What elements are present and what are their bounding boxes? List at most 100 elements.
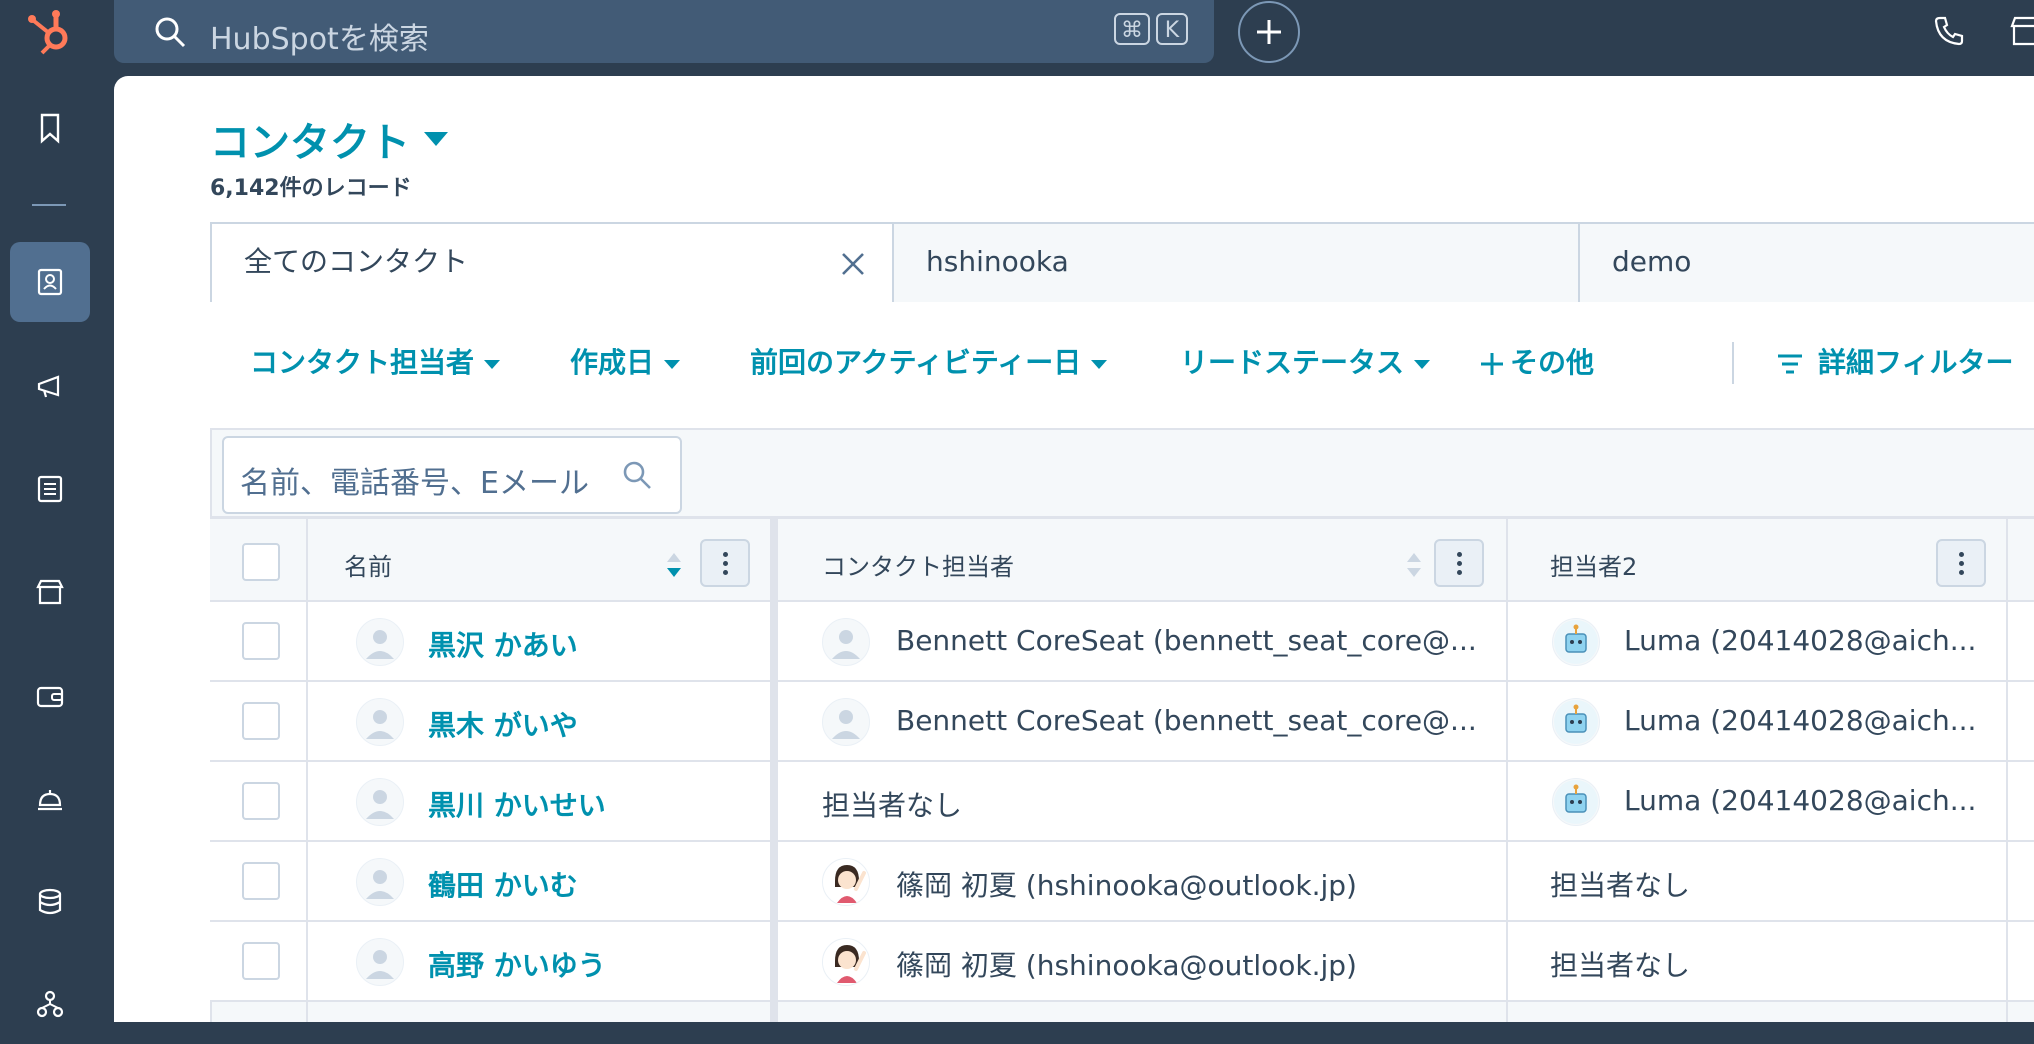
filter-lines-icon	[1778, 354, 1802, 374]
hubspot-logo[interactable]	[22, 4, 82, 64]
tab-label: demo	[1612, 245, 1692, 278]
contact-owner-value: 篠岡 初夏 (hshinooka@outlook.jp)	[896, 949, 1357, 982]
owner2-value: Luma (20414028@aich...	[1624, 624, 1977, 657]
filter-more[interactable]: その他	[1480, 338, 1594, 388]
table-row[interactable]: 高野 かいゆう 篠岡 初夏 (hshinooka@outlook.jp) 担当者なし	[210, 922, 2034, 1002]
column-divider[interactable]	[770, 516, 778, 1022]
row-checkbox[interactable]	[242, 702, 280, 740]
store-icon	[36, 579, 64, 605]
contact-name-link[interactable]: 黒沢 かあい	[428, 624, 578, 664]
table-search-input[interactable]: 名前、電話番号、Eメール	[222, 436, 682, 514]
table-row[interactable]: 黒木 がいや Bennett CoreSeat (bennett_seat_cor…	[210, 682, 2034, 762]
contact-owner-value: Bennett CoreSeat (bennett_seat_core@...	[896, 624, 1477, 657]
filter-last-activity[interactable]: 前回のアクティビティー日	[750, 338, 1108, 388]
row-checkbox[interactable]	[242, 862, 280, 900]
megaphone-icon	[37, 375, 60, 398]
filter-separator	[1732, 342, 1734, 384]
sidebar-payments[interactable]	[10, 656, 90, 736]
table-row[interactable]: 鶴田 かいむ 篠岡 初夏 (hshinooka@outlook.jp) 担当者なし	[210, 842, 2034, 922]
column-header-name[interactable]: 名前	[344, 547, 392, 582]
filter-label: 作成日	[570, 346, 655, 379]
owner2-avatar	[1552, 698, 1600, 746]
caret-down-icon	[484, 359, 501, 369]
global-search-placeholder: HubSpotを検索	[210, 22, 429, 57]
sidebar-marketing[interactable]	[10, 346, 90, 426]
sidebar-data-management[interactable]	[10, 862, 90, 942]
filter-lead-status[interactable]: リードステータス	[1180, 338, 1431, 388]
create-new-button[interactable]	[1238, 1, 1300, 63]
marketplace-icon[interactable]	[2008, 14, 2034, 48]
tab-demo[interactable]: demo	[1580, 224, 2034, 302]
contact-avatar	[356, 698, 404, 746]
sidebar-divider	[32, 204, 66, 206]
row-checkbox[interactable]	[242, 622, 280, 660]
sidebar-commerce[interactable]	[10, 552, 90, 632]
contact-name-link[interactable]: 鶴田 かいむ	[428, 864, 578, 904]
search-icon	[155, 17, 186, 48]
row-checkbox[interactable]	[242, 942, 280, 980]
caret-down-icon	[664, 359, 681, 369]
sidebar-automation[interactable]	[10, 964, 90, 1044]
tab-all-contacts[interactable]: 全てのコンタクト	[210, 224, 894, 302]
command-key-badge: ⌘	[1114, 13, 1150, 45]
left-sidebar	[0, 76, 114, 1022]
view-tabs: 全てのコンタクト hshinooka demo	[210, 222, 2034, 302]
contact-name-link[interactable]: 黒木 がいや	[428, 704, 578, 744]
sidebar-contacts[interactable]	[10, 242, 90, 322]
owner2-value: Luma (20414028@aich...	[1624, 784, 1977, 817]
column-header-owner2[interactable]: 担当者2	[1550, 547, 1637, 582]
owner2-value: 担当者なし	[1550, 869, 1691, 902]
page-title[interactable]: コンタクト	[210, 110, 410, 168]
record-count: 6,142件のレコード	[210, 176, 412, 201]
table-row[interactable]: 黒沢 かあい Bennett CoreSeat (bennett_seat_cor…	[210, 602, 2034, 682]
select-all-checkbox[interactable]	[242, 543, 280, 581]
sort-icon[interactable]	[1406, 551, 1422, 579]
advanced-filters-button[interactable]: 詳細フィルター	[1776, 338, 2013, 388]
contact-avatar	[356, 778, 404, 826]
chevron-down-icon[interactable]	[424, 132, 448, 146]
caret-down-icon	[1091, 359, 1108, 369]
table-row[interactable]: 黒川 かいせい 担当者なし Luma (20414028@aich...	[210, 762, 2034, 842]
filter-contact-owner[interactable]: コンタクト担当者	[250, 338, 501, 388]
filter-label: 前回のアクティビティー日	[750, 346, 1082, 379]
caret-down-icon	[1414, 359, 1431, 369]
tab-hshinooka[interactable]: hshinooka	[894, 224, 1580, 302]
column-menu-button[interactable]	[700, 539, 750, 587]
contact-owner-value: Bennett CoreSeat (bennett_seat_core@...	[896, 704, 1477, 737]
contact-avatar	[356, 938, 404, 986]
filter-create-date[interactable]: 作成日	[570, 338, 681, 388]
plus-icon	[1257, 20, 1281, 44]
filter-label: 詳細フィルター	[1818, 346, 2014, 379]
column-divider	[2006, 516, 2008, 1022]
search-icon	[623, 461, 651, 489]
row-checkbox[interactable]	[242, 782, 280, 820]
sort-icon[interactable]	[666, 551, 682, 579]
contact-name-link[interactable]: 高野 かいゆう	[428, 944, 606, 984]
contact-owner-value: 篠岡 初夏 (hshinooka@outlook.jp)	[896, 869, 1357, 902]
filter-label: リードステータス	[1180, 346, 1405, 379]
database-icon	[38, 888, 62, 915]
k-key-badge: K	[1156, 13, 1188, 45]
phone-icon[interactable]	[1932, 14, 1966, 48]
owner-avatar	[822, 698, 870, 746]
owner2-avatar	[1552, 778, 1600, 826]
owner2-value: 担当者なし	[1550, 949, 1691, 982]
sidebar-bookmarks[interactable]	[10, 88, 90, 168]
contact-avatar	[356, 618, 404, 666]
wallet-icon	[36, 686, 64, 708]
contacts-icon	[37, 268, 63, 296]
sidebar-content[interactable]	[10, 449, 90, 529]
bookmark-icon	[40, 113, 60, 144]
contact-name-link[interactable]: 黒川 かいせい	[428, 784, 606, 824]
column-menu-button[interactable]	[1434, 539, 1484, 587]
contact-avatar	[356, 858, 404, 906]
filter-label: コンタクト担当者	[250, 346, 475, 379]
column-menu-button[interactable]	[1936, 539, 1986, 587]
content-icon	[37, 475, 63, 503]
global-search-bar[interactable]: HubSpotを検索 ⌘ K	[114, 0, 1214, 63]
owner2-avatar	[1552, 618, 1600, 666]
close-icon[interactable]	[840, 251, 866, 277]
service-bell-icon	[38, 790, 62, 811]
sidebar-service[interactable]	[10, 759, 90, 839]
column-header-contact-owner[interactable]: コンタクト担当者	[822, 547, 1014, 582]
